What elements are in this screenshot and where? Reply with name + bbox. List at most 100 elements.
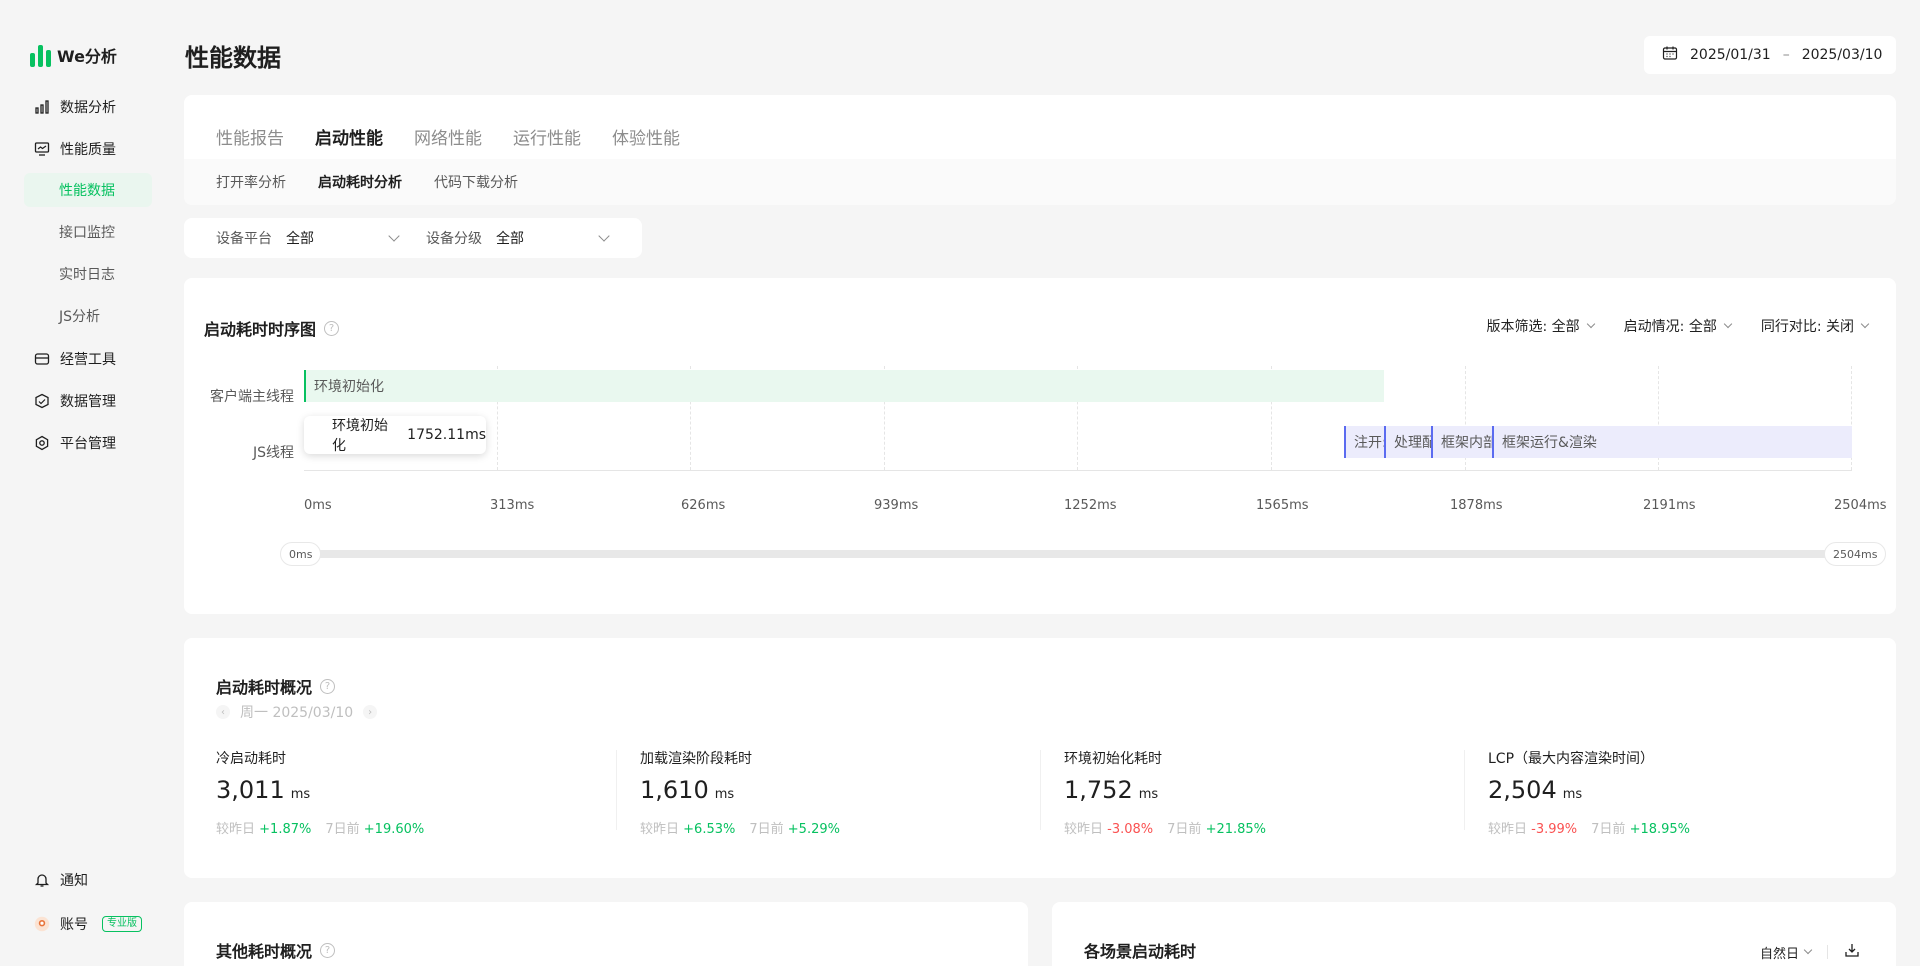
x-tick: 2504ms (1834, 498, 1887, 513)
sidebar-item-platform-management[interactable]: 平台管理 (24, 426, 152, 460)
metric-value: 1,752 (1064, 776, 1133, 804)
metric-cold-start: 冷启动耗时 3,011 ms 较昨日 +1.87% 7日前 +19.60% (216, 748, 616, 837)
metric-compare: 较昨日 -3.99% 7日前 +18.95% (1488, 818, 1888, 837)
compare-day-label: 较昨日 (640, 822, 680, 837)
chevron-down-icon (1803, 945, 1813, 955)
segment-env-init[interactable]: 环境初始化 (304, 370, 1384, 402)
download-icon[interactable] (1844, 942, 1860, 962)
sidebar-item-business-tools[interactable]: 经营工具 (24, 342, 152, 376)
metric-value-row: 2,504 ms (1488, 776, 1888, 804)
chevron-left-icon[interactable]: ‹ (216, 705, 230, 719)
compare-week-value: +18.95% (1629, 822, 1691, 837)
account-badge: 专业版 (102, 916, 142, 932)
range-slider-start-handle[interactable]: 0ms (280, 542, 322, 566)
metric-name: LCP（最大内容渲染时间） (1488, 751, 1655, 767)
help-icon[interactable]: ? (324, 320, 340, 336)
other-time-card: 其他耗时概况 ? (184, 902, 1028, 966)
tab-startup-perf[interactable]: 启动性能 (315, 124, 383, 149)
date-start: 2025/01/31 (1690, 47, 1771, 63)
compare-day-value: +6.53% (683, 822, 736, 837)
range-slider-end-handle[interactable]: 2504ms (1824, 542, 1887, 566)
x-tick: 1252ms (1064, 498, 1117, 513)
lane-label-js: JS线程 (252, 445, 294, 461)
chevron-down-icon (598, 230, 610, 242)
platform-value: 全部 (286, 231, 314, 247)
range-slider-track[interactable] (284, 550, 1874, 558)
timeline-title-text: 启动耗时时序图 (204, 320, 317, 339)
level-select[interactable]: 设备分级 全部 (426, 228, 636, 248)
version-filter[interactable]: 版本筛选: 全部 (1486, 316, 1595, 336)
sidebar-item-label: 经营工具 (60, 352, 116, 368)
compare-day-value: -3.99% (1531, 822, 1578, 837)
avatar (34, 916, 50, 932)
segment-js-register[interactable]: 注开: (1344, 426, 1384, 458)
compare-week-label: 7日前 (325, 822, 360, 837)
sidebar-sub-js-analysis[interactable]: JS分析 (24, 299, 152, 333)
compare-day-label: 较昨日 (216, 822, 256, 837)
metric-unit: ms (1562, 787, 1583, 802)
segment-js-config[interactable]: 处理配 (1384, 426, 1431, 458)
tab-experience-perf[interactable]: 体验性能 (612, 124, 680, 149)
compare-week: 7日前 +5.29% (749, 818, 840, 837)
sidebar-item-label: 数据管理 (60, 394, 116, 410)
period-select[interactable]: 自然日 (1760, 943, 1813, 962)
help-icon[interactable]: ? (320, 678, 336, 694)
help-icon[interactable]: ? (320, 942, 336, 958)
x-tick: 626ms (681, 498, 726, 513)
subtab-startup-time[interactable]: 启动耗时分析 (318, 172, 402, 192)
timeline-card: 启动耗时时序图 ? 版本筛选: 全部 启动情况: 全部 同行对比: 关闭 客户端… (184, 278, 1896, 614)
x-tick: 1878ms (1450, 498, 1503, 513)
tab-runtime-perf[interactable]: 运行性能 (513, 124, 581, 149)
metric-name: 环境初始化耗时 (1064, 751, 1162, 767)
sidebar-item-performance[interactable]: 性能质量 (24, 132, 152, 166)
metric-name: 冷启动耗时 (216, 751, 286, 767)
metric-value-row: 3,011 ms (216, 776, 616, 804)
metric-value: 3,011 (216, 776, 285, 804)
sidebar-sub-api-monitor[interactable]: 接口监控 (24, 215, 152, 249)
main-tabs: 性能报告 启动性能 网络性能 运行性能 体验性能 (184, 95, 1896, 159)
metric-name: 加载渲染阶段耗时 (640, 751, 752, 767)
settings-icon (34, 435, 50, 451)
timeline-title: 启动耗时时序图 ? (204, 316, 340, 340)
sidebar-sub-perf-data[interactable]: 性能数据 (24, 173, 152, 207)
chevron-right-icon[interactable]: › (363, 705, 378, 719)
compare-week-label: 7日前 (1591, 822, 1626, 837)
metric-unit: ms (714, 787, 735, 802)
compare-week-label: 7日前 (1167, 822, 1202, 837)
tab-network-perf[interactable]: 网络性能 (414, 124, 482, 149)
platform-select[interactable]: 设备平台 全部 (216, 228, 426, 248)
metric-value: 1,610 (640, 776, 709, 804)
bell-icon (34, 872, 50, 888)
compare-week: 7日前 +21.85% (1167, 818, 1266, 837)
segment-js-framework-render[interactable]: 框架运行&渲染 (1492, 426, 1852, 458)
compare-day: 较昨日 +6.53% (640, 818, 735, 837)
segment-js-framework-inner[interactable]: 框架内部 (1431, 426, 1492, 458)
date-range-picker[interactable]: 2025/01/31 – 2025/03/10 (1644, 36, 1896, 74)
sidebar-item-data-analysis[interactable]: 数据分析 (24, 90, 152, 124)
sidebar-item-account[interactable]: 账号 专业版 (24, 907, 152, 941)
app-logo[interactable]: We分析 (30, 43, 117, 67)
other-time-title-text: 其他耗时概况 (216, 942, 313, 961)
calendar-icon (1662, 45, 1678, 65)
subtab-code-download[interactable]: 代码下载分析 (434, 172, 518, 192)
launch-filter[interactable]: 启动情况: 全部 (1624, 316, 1733, 336)
other-time-title: 其他耗时概况 ? (216, 938, 336, 962)
compare-week: 7日前 +19.60% (325, 818, 424, 837)
compare-day: 较昨日 +1.87% (216, 818, 311, 837)
sidebar-sub-realtime-log[interactable]: 实时日志 (24, 257, 152, 291)
segment-tooltip: 环境初始化 1752.11ms (304, 416, 486, 454)
overview-date-nav: ‹ 周一 2025/03/10 › (216, 702, 378, 722)
compare-day-value: +1.87% (259, 822, 312, 837)
tab-perf-report[interactable]: 性能报告 (216, 124, 284, 149)
sidebar-item-notify[interactable]: 通知 (24, 863, 152, 897)
peer-filter[interactable]: 同行对比: 关闭 (1761, 316, 1870, 336)
sidebar-item-label: 平台管理 (60, 436, 116, 452)
compare-day: 较昨日 -3.99% (1488, 818, 1577, 837)
subtab-open-rate[interactable]: 打开率分析 (216, 172, 286, 192)
x-axis (304, 470, 1852, 471)
sidebar-item-data-management[interactable]: 数据管理 (24, 384, 152, 418)
sidebar: We分析 数据分析 性能质量 性能数据 接口监控 实时日志 JS分析 经营工具 … (0, 0, 168, 966)
metric-unit: ms (1138, 787, 1159, 802)
metric-lcp: LCP（最大内容渲染时间） 2,504 ms 较昨日 -3.99% 7日前 +18… (1488, 748, 1888, 837)
tabs-card: 性能报告 启动性能 网络性能 运行性能 体验性能 打开率分析 启动耗时分析 代码… (184, 95, 1896, 205)
